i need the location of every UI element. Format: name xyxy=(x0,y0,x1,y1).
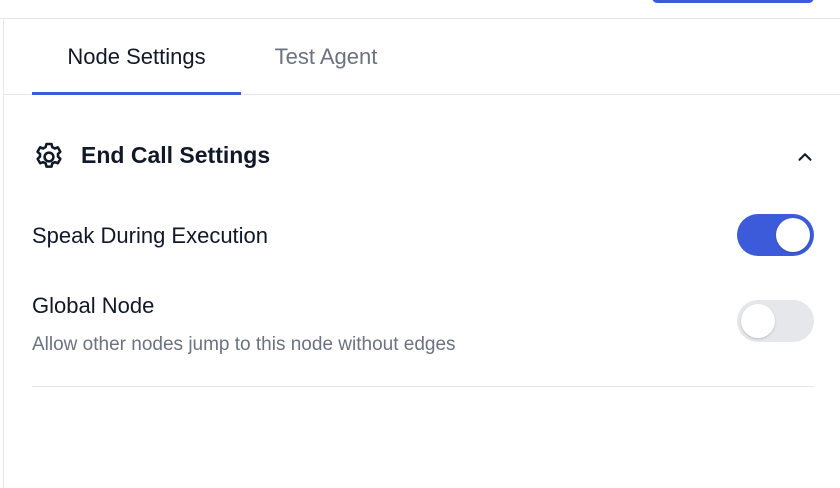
top-toolbar-edge xyxy=(0,0,840,19)
tab-node-settings[interactable]: Node Settings xyxy=(32,19,241,94)
node-settings-panel: Node Settings Test Agent End Call Settin… xyxy=(0,0,840,488)
toggle-knob xyxy=(776,218,810,252)
global-node-label: Global Node xyxy=(32,293,155,318)
global-node-toggle[interactable] xyxy=(737,300,814,342)
section-title: End Call Settings xyxy=(81,142,271,168)
settings-tabs: Node Settings Test Agent xyxy=(4,19,840,95)
tab-test-agent[interactable]: Test Agent xyxy=(252,19,400,94)
chevron-up-icon[interactable] xyxy=(794,146,816,168)
end-call-settings-header[interactable]: End Call Settings xyxy=(32,137,816,173)
active-tab-indicator xyxy=(32,92,241,95)
toggle-knob xyxy=(741,304,775,338)
gear-icon xyxy=(36,142,62,168)
top-action-button-edge[interactable] xyxy=(652,0,814,3)
speak-during-execution-label: Speak During Execution xyxy=(32,223,269,248)
section-divider xyxy=(32,386,814,387)
global-node-description: Allow other nodes jump to this node with… xyxy=(32,334,456,355)
speak-during-execution-toggle[interactable] xyxy=(737,214,814,256)
